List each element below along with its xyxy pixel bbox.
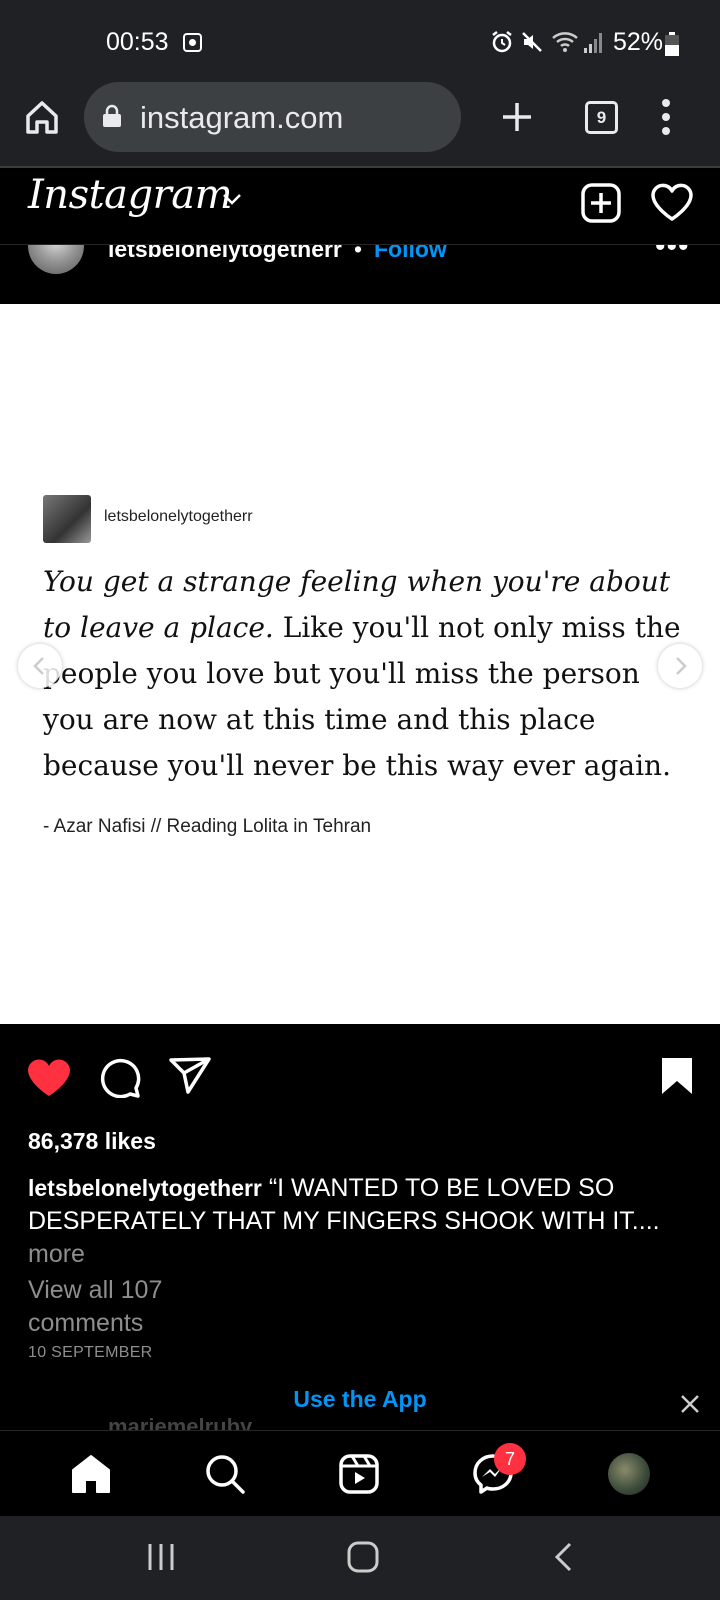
new-post-icon[interactable] [580, 182, 622, 224]
tab-switcher-button[interactable]: 9 [585, 101, 618, 134]
new-tab-icon[interactable] [500, 100, 534, 134]
battery-icon [665, 32, 679, 56]
close-icon[interactable] [680, 1394, 700, 1414]
lock-icon [103, 104, 121, 127]
url-text: instagram.com [140, 100, 344, 135]
system-navigation-bar [0, 1516, 720, 1600]
address-bar[interactable]: instagram.com [84, 82, 461, 152]
post-image[interactable]: letsbelonelytogetherr You get a strange … [0, 304, 720, 1024]
alarm-icon [492, 31, 512, 53]
use-app-banner: Use the App [0, 1378, 720, 1430]
quote-author-avatar [43, 495, 91, 543]
like-filled-icon[interactable] [26, 1056, 72, 1098]
more-vertical-icon[interactable] [660, 98, 672, 136]
heart-icon[interactable] [650, 182, 694, 222]
home-button-icon[interactable] [346, 1540, 380, 1574]
post-author-row: letsbelonelytogetherr • Follow ••• [0, 218, 720, 304]
browser-toolbar: instagram.com 9 [0, 80, 720, 168]
signal-icon [584, 33, 602, 53]
chevron-down-icon[interactable] [222, 192, 242, 206]
share-icon[interactable] [168, 1056, 212, 1096]
home-icon[interactable] [70, 1453, 112, 1495]
quote-text: You get a strange feeling when you're ab… [43, 559, 693, 789]
instagram-header: Instagram [0, 168, 720, 245]
status-time: 00:53 [106, 28, 169, 56]
search-icon[interactable] [204, 1453, 246, 1495]
chevron-right-icon [676, 657, 687, 675]
home-icon[interactable] [22, 98, 62, 138]
messenger-badge: 7 [494, 1443, 526, 1475]
chevron-left-icon [33, 657, 44, 675]
use-app-link[interactable]: Use the App [0, 1386, 720, 1413]
quote-author-name: letsbelonelytogetherr [104, 508, 253, 525]
quote-citation: - Azar Nafisi // Reading Lolita in Tehra… [43, 816, 372, 837]
wifi-icon [552, 32, 578, 52]
battery-level: 52% [613, 28, 664, 56]
comment-icon[interactable] [98, 1056, 142, 1098]
status-bar: 00:53 52% [0, 0, 720, 80]
carousel-prev-button[interactable] [18, 644, 62, 688]
bookmark-filled-icon[interactable] [660, 1056, 694, 1096]
post-caption: letsbelonelytogetherr “I WANTED TO BE LO… [28, 1172, 688, 1271]
back-icon[interactable] [552, 1542, 574, 1572]
screen-record-icon [183, 33, 202, 52]
profile-avatar[interactable] [608, 1453, 650, 1495]
post-date: 10 SEPTEMBER [28, 1344, 153, 1361]
view-comments-link[interactable]: View all 107 comments [28, 1274, 228, 1340]
caption-username[interactable]: letsbelonelytogetherr [28, 1175, 262, 1201]
mute-icon [522, 32, 542, 52]
likes-count[interactable]: 86,378 likes [28, 1128, 156, 1155]
reels-icon[interactable] [338, 1453, 380, 1495]
caption-more-link[interactable]: more [28, 1240, 85, 1268]
recent-apps-icon[interactable] [146, 1542, 176, 1572]
bottom-navigation: 7 [0, 1430, 720, 1517]
instagram-logo[interactable]: Instagram [28, 172, 233, 218]
carousel-next-button[interactable] [658, 644, 702, 688]
